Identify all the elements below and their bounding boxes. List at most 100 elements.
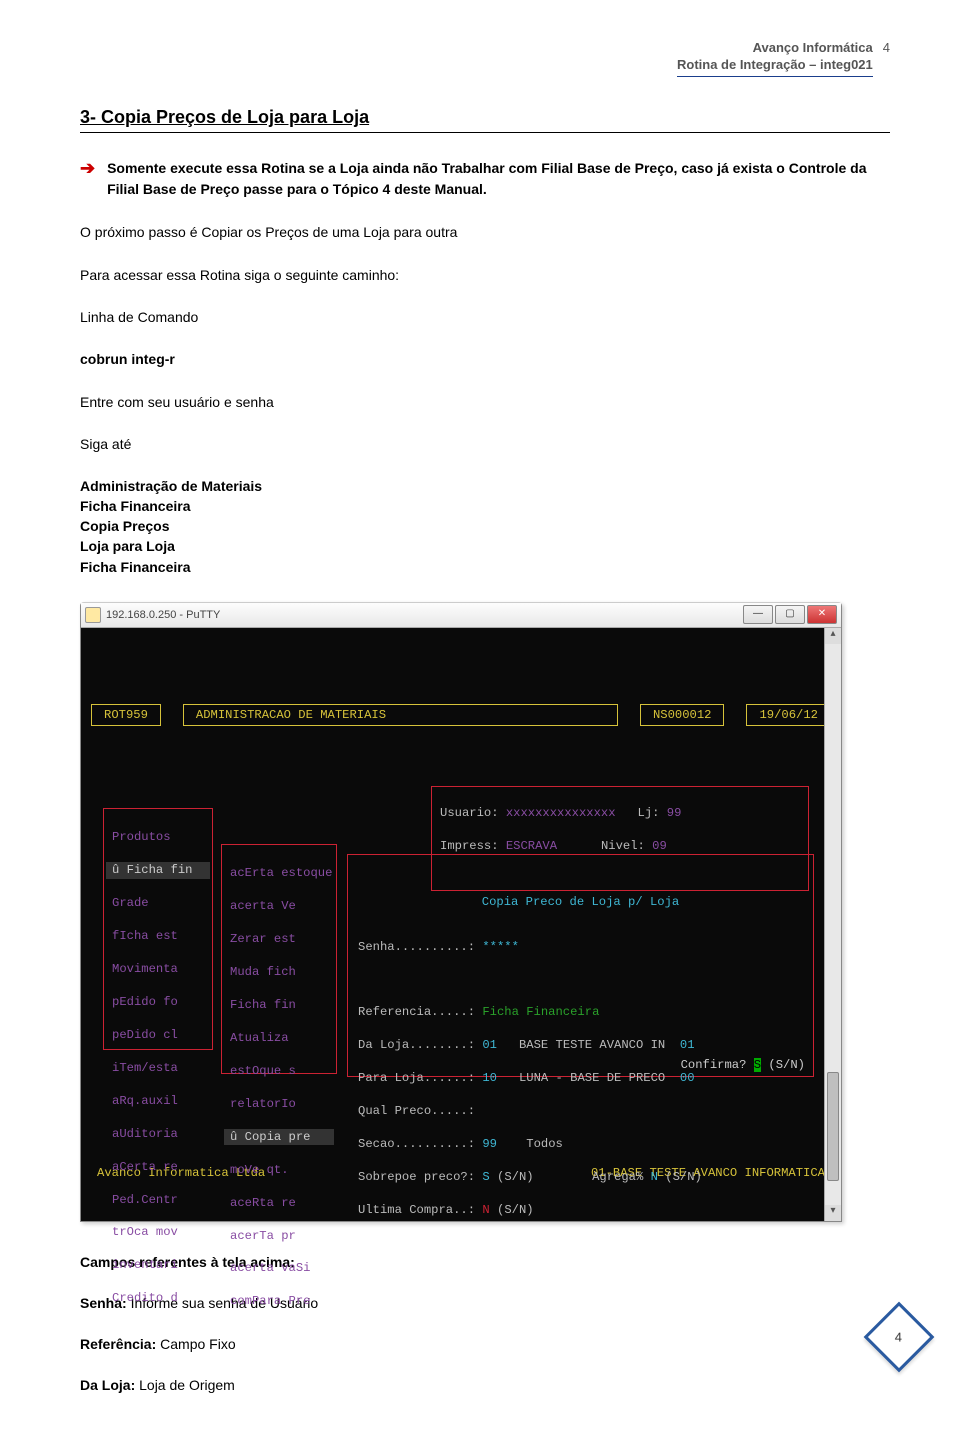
daloja-lbl: Da Loja: bbox=[80, 1377, 135, 1393]
nivel-label: Nivel: bbox=[601, 839, 645, 853]
menu-path-item: Administração de Materiais bbox=[80, 476, 890, 496]
menu-path: Administração de Materiais Ficha Finance… bbox=[80, 476, 890, 577]
note-block: ➔ Somente execute essa Rotina se a Loja … bbox=[80, 158, 890, 201]
list-item[interactable]: acErta estoque bbox=[224, 865, 334, 881]
secao-desc: Todos bbox=[526, 1137, 563, 1151]
confirma-label: Confirma? bbox=[681, 1058, 747, 1072]
list-item[interactable]: Credito d bbox=[106, 1290, 210, 1306]
list-item[interactable]: acerta Ve bbox=[224, 898, 334, 914]
daloja-desc: BASE TESTE AVANCO IN bbox=[519, 1038, 665, 1052]
ref-label: Referencia.....: bbox=[358, 1005, 475, 1019]
secao-value[interactable]: 99 bbox=[482, 1137, 497, 1151]
menu-path-item: Ficha Financeira bbox=[80, 557, 890, 577]
list-item[interactable]: trOca mov bbox=[106, 1224, 210, 1240]
mid-menu-panel: acErta estoque acerta Ve Zerar est Muda … bbox=[221, 844, 337, 1074]
page-number: 4 bbox=[895, 1329, 902, 1344]
list-item[interactable]: aRq.auxil bbox=[106, 1093, 210, 1109]
terminal-window: 192.168.0.250 - PuTTY — ▢ ✕ ▴ ▾ ROT959 A… bbox=[80, 602, 842, 1222]
list-item[interactable]: Muda fich bbox=[224, 964, 334, 980]
header-page-num: 4 bbox=[883, 40, 890, 55]
date-box: 19/06/12 bbox=[746, 704, 831, 726]
paragraph-2: Para acessar essa Rotina siga o seguinte… bbox=[80, 264, 890, 286]
section-title: 3- Copia Preços de Loja para Loja bbox=[80, 107, 890, 133]
arrow-icon: ➔ bbox=[80, 158, 95, 180]
list-item[interactable]: relatorIo bbox=[224, 1096, 334, 1112]
note-text: Somente execute essa Rotina se a Loja ai… bbox=[107, 158, 890, 201]
lj-label: Lj: bbox=[638, 806, 660, 820]
rot-value: ROT959 bbox=[104, 708, 148, 722]
ultima-value[interactable]: N bbox=[482, 1203, 489, 1217]
list-item-selected[interactable]: û Copia pre bbox=[224, 1129, 334, 1145]
minimize-button[interactable]: — bbox=[743, 605, 773, 624]
rot-box: ROT959 bbox=[91, 704, 161, 726]
list-item[interactable]: Zerar est bbox=[224, 931, 334, 947]
code-value: NS000012 bbox=[653, 708, 712, 722]
agrega-value[interactable]: N bbox=[651, 1170, 658, 1184]
list-item-selected[interactable]: û Ficha fin bbox=[106, 862, 210, 878]
paragraph-4: Entre com seu usuário e senha bbox=[80, 391, 890, 413]
sn-text-4: (S/N) bbox=[768, 1058, 805, 1072]
maximize-button[interactable]: ▢ bbox=[775, 605, 805, 624]
header-text: Avanço Informática Rotina de Integração … bbox=[677, 40, 873, 77]
section-title-text: 3- Copia Preços de Loja para Loja bbox=[80, 107, 369, 127]
list-item[interactable]: Ped.Centr bbox=[106, 1192, 210, 1208]
left-menu-panel: Produtos û Ficha fin Grade fIcha est Mov… bbox=[103, 808, 213, 1050]
list-item[interactable]: aCerta re bbox=[106, 1159, 210, 1175]
close-button[interactable]: ✕ bbox=[807, 605, 837, 624]
qualpreco-label: Qual Preco.....: bbox=[358, 1104, 475, 1118]
top-boxes: ROT959 ADMINISTRACAO DE MATERIAIS NS0000… bbox=[91, 704, 831, 726]
list-item[interactable]: inventari bbox=[106, 1257, 210, 1273]
code-box: NS000012 bbox=[640, 704, 725, 726]
paragraph-1: O próximo passo é Copiar os Preços de um… bbox=[80, 221, 890, 243]
window-title: 192.168.0.250 - PuTTY bbox=[106, 609, 220, 621]
list-item[interactable]: estOque s bbox=[224, 1063, 334, 1079]
scroll-up-icon[interactable]: ▴ bbox=[825, 628, 841, 644]
list-item[interactable]: Produtos bbox=[106, 829, 210, 845]
date-value: 19/06/12 bbox=[759, 708, 818, 722]
menu-path-item: Loja para Loja bbox=[80, 536, 890, 556]
daloja-suf: 01 bbox=[680, 1038, 695, 1052]
sn-text-2: (S/N) bbox=[665, 1170, 702, 1184]
agrega-label: Agrega% bbox=[592, 1170, 643, 1184]
status-line: Confirma? S (S/N) bbox=[348, 1057, 813, 1075]
list-item[interactable]: peDido cl bbox=[106, 1027, 210, 1043]
form-panel: Copia Preco de Loja p/ Loja Senha.......… bbox=[347, 854, 814, 1077]
list-item[interactable]: pEdido fo bbox=[106, 994, 210, 1010]
ultima-label: Ultima Compra..: bbox=[358, 1203, 475, 1217]
senha-value[interactable]: ***** bbox=[482, 940, 519, 954]
menu-path-item: Ficha Financeira bbox=[80, 496, 890, 516]
list-item[interactable]: aceRta re bbox=[224, 1195, 334, 1211]
sobrepoe-label: Sobrepoe preco?: bbox=[358, 1170, 475, 1184]
paragraph-5: Siga até bbox=[80, 433, 890, 455]
title-box: ADMINISTRACAO DE MATERIAIS bbox=[183, 704, 618, 726]
window-titlebar: 192.168.0.250 - PuTTY — ▢ ✕ bbox=[81, 603, 841, 628]
list-item[interactable]: acerTa pr bbox=[224, 1228, 334, 1244]
sn-text-3: (S/N) bbox=[497, 1203, 534, 1217]
scroll-down-icon[interactable]: ▾ bbox=[825, 1205, 841, 1221]
list-item[interactable]: fIcha est bbox=[106, 928, 210, 944]
list-item[interactable]: acerta vaSi bbox=[224, 1260, 334, 1276]
field-daloja: Da Loja: Loja de Origem bbox=[80, 1375, 890, 1396]
paragraph-3: Linha de Comando bbox=[80, 306, 890, 328]
usuario-value: xxxxxxxxxxxxxxx bbox=[506, 806, 616, 820]
list-item[interactable]: moVe qt. bbox=[224, 1162, 334, 1178]
terminal-body: ▴ ▾ ROT959 ADMINISTRACAO DE MATERIAIS NS… bbox=[81, 628, 841, 1221]
daloja-value[interactable]: 01 bbox=[482, 1038, 497, 1052]
impress-value: ESCRAVA bbox=[506, 839, 557, 853]
list-item[interactable]: iTem/esta bbox=[106, 1060, 210, 1076]
daloja-label: Da Loja........: bbox=[358, 1038, 475, 1052]
page-header: Avanço Informática Rotina de Integração … bbox=[80, 40, 890, 77]
list-item[interactable]: Atualiza bbox=[224, 1030, 334, 1046]
confirma-value[interactable]: S bbox=[754, 1058, 761, 1072]
usuario-label: Usuario: bbox=[440, 806, 499, 820]
window-buttons: — ▢ ✕ bbox=[741, 605, 837, 624]
menu-path-item: Copia Preços bbox=[80, 516, 890, 536]
list-item[interactable]: Ficha fin bbox=[224, 997, 334, 1013]
list-item[interactable]: comPara Pre bbox=[224, 1293, 334, 1309]
list-item[interactable]: Movimenta bbox=[106, 961, 210, 977]
putty-icon bbox=[85, 607, 101, 623]
sobrepoe-value[interactable]: S bbox=[482, 1170, 489, 1184]
list-item[interactable]: Grade bbox=[106, 895, 210, 911]
impress-label: Impress: bbox=[440, 839, 499, 853]
list-item[interactable]: aUditoria bbox=[106, 1126, 210, 1142]
